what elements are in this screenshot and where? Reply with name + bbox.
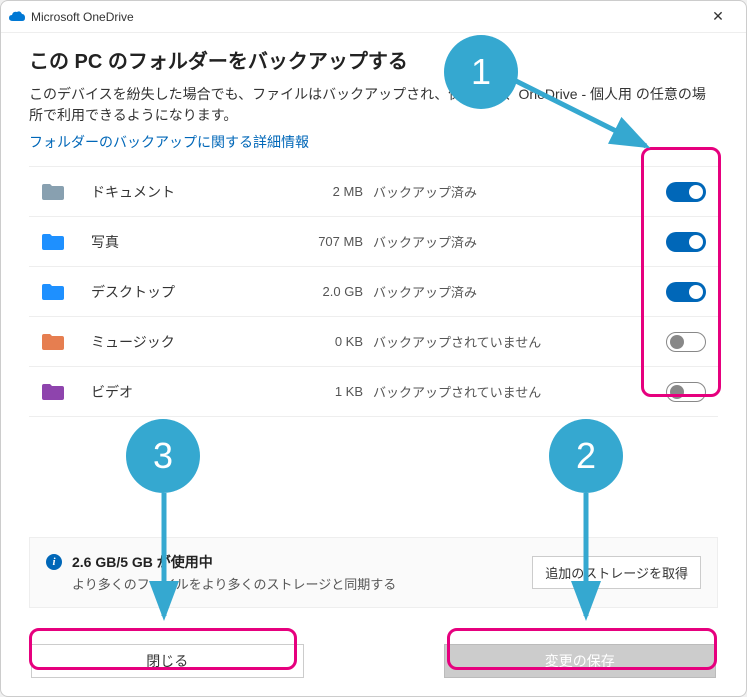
folder-row: 写真 707 MB バックアップ済み: [29, 217, 718, 267]
onedrive-window: Microsoft OneDrive ✕ この PC のフォルダーをバックアップ…: [0, 0, 747, 697]
folder-icon: [39, 382, 67, 402]
folder-status: バックアップ済み: [373, 232, 666, 251]
folder-toggle[interactable]: [666, 332, 706, 352]
folder-toggle[interactable]: [666, 282, 706, 302]
folder-size: 2.0 GB: [301, 284, 373, 299]
folder-row: ビデオ 1 KB バックアップされていません: [29, 367, 718, 417]
folder-row: ドキュメント 2 MB バックアップ済み: [29, 167, 718, 217]
button-row: 閉じる 変更の保存: [29, 644, 718, 678]
folder-name: 写真: [91, 232, 301, 252]
folder-toggle[interactable]: [666, 232, 706, 252]
storage-box: i 2.6 GB/5 GB が使用中 より多くのファイルをより多くのストレージと…: [29, 537, 718, 608]
folder-status: バックアップされていません: [373, 382, 666, 401]
save-button[interactable]: 変更の保存: [444, 644, 717, 678]
folder-status: バックアップ済み: [373, 182, 666, 201]
folder-status: バックアップ済み: [373, 282, 666, 301]
learn-more-link[interactable]: フォルダーのバックアップに関する詳細情報: [29, 132, 309, 152]
annotation-1-circle: 1: [444, 35, 518, 109]
folder-toggle[interactable]: [666, 382, 706, 402]
folder-icon: [39, 282, 67, 302]
content-area: この PC のフォルダーをバックアップする このデバイスを紛失した場合でも、ファ…: [1, 33, 746, 696]
close-button[interactable]: 閉じる: [31, 644, 304, 678]
folder-name: ビデオ: [91, 382, 301, 402]
storage-text: 2.6 GB/5 GB が使用中 より多くのファイルをより多くのストレージと同期…: [72, 552, 532, 593]
close-icon[interactable]: ✕: [698, 3, 738, 31]
folder-row: ミュージック 0 KB バックアップされていません: [29, 317, 718, 367]
onedrive-icon: [9, 9, 25, 25]
page-heading: この PC のフォルダーをバックアップする: [29, 45, 718, 74]
titlebar-title: Microsoft OneDrive: [31, 10, 698, 24]
folder-name: ドキュメント: [91, 182, 301, 202]
folder-size: 2 MB: [301, 184, 373, 199]
folder-name: ミュージック: [91, 332, 301, 352]
folder-status: バックアップされていません: [373, 332, 666, 351]
folder-size: 707 MB: [301, 234, 373, 249]
folder-row: デスクトップ 2.0 GB バックアップ済み: [29, 267, 718, 317]
folder-icon: [39, 182, 67, 202]
folder-icon: [39, 232, 67, 252]
annotation-2-circle: 2: [549, 419, 623, 493]
folder-name: デスクトップ: [91, 282, 301, 302]
page-description: このデバイスを紛失した場合でも、ファイルはバックアップされ、保護され、OneDr…: [29, 84, 718, 126]
folder-icon: [39, 332, 67, 352]
folder-size: 1 KB: [301, 384, 373, 399]
storage-title: 2.6 GB/5 GB が使用中: [72, 552, 532, 572]
folder-toggle[interactable]: [666, 182, 706, 202]
titlebar: Microsoft OneDrive ✕: [1, 1, 746, 33]
storage-subtitle: より多くのファイルをより多くのストレージと同期する: [72, 574, 532, 593]
folder-list: ドキュメント 2 MB バックアップ済み 写真 707 MB バックアップ済み …: [29, 166, 718, 417]
get-storage-button[interactable]: 追加のストレージを取得: [532, 556, 701, 589]
info-icon: i: [46, 554, 62, 570]
annotation-3-circle: 3: [126, 419, 200, 493]
folder-size: 0 KB: [301, 334, 373, 349]
